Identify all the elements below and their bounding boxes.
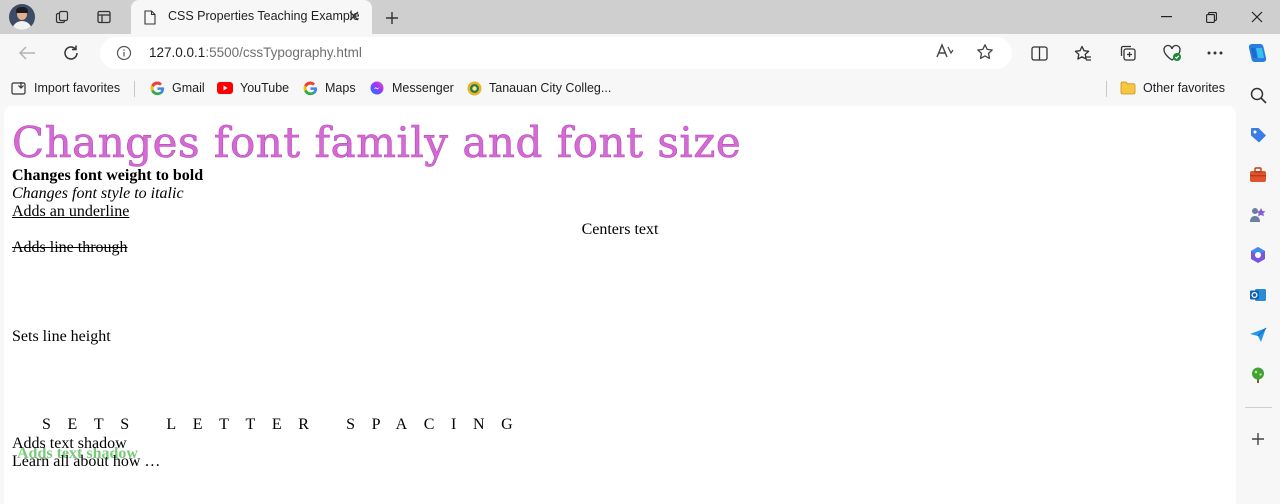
- browser-essentials-icon[interactable]: [1157, 38, 1187, 68]
- toolbar: 127.0.0.1:5500/cssTypography.html: [0, 34, 1280, 72]
- restore-icon[interactable]: [1188, 0, 1234, 34]
- minimize-icon[interactable]: [1143, 0, 1189, 34]
- text-shadow-text: Adds text shadow Adds text shadow: [12, 435, 138, 462]
- centered-text: Centers text: [581, 221, 659, 238]
- underline-text: Adds an underline: [12, 203, 130, 220]
- page-icon: [144, 10, 156, 30]
- shopping-tag-icon[interactable]: [1248, 125, 1268, 145]
- text-shadow-label: Adds text shadow: [12, 435, 127, 452]
- sidebar-divider: [1245, 407, 1272, 408]
- google-icon: [149, 80, 165, 96]
- copilot-icon[interactable]: [1243, 38, 1273, 68]
- new-tab-icon[interactable]: [380, 6, 404, 30]
- site-info-icon[interactable]: [116, 45, 132, 66]
- youtube-icon: [217, 80, 233, 96]
- tools-icon[interactable]: [1248, 165, 1268, 185]
- address-bar[interactable]: 127.0.0.1:5500/cssTypography.html: [100, 37, 1012, 69]
- bold-text: Changes font weight to bold: [12, 167, 204, 184]
- other-favorites[interactable]: Other favorites: [1120, 79, 1225, 97]
- tree-icon[interactable]: [1248, 365, 1268, 385]
- favorite-gmail[interactable]: Gmail: [149, 79, 205, 97]
- search-icon[interactable]: [1248, 85, 1268, 105]
- vertical-tabs-icon[interactable]: [90, 4, 118, 30]
- google-icon: [302, 80, 318, 96]
- page-viewport: Changes font family and font size Change…: [4, 106, 1236, 504]
- favorite-youtube[interactable]: YouTube: [217, 79, 289, 97]
- games-icon[interactable]: [1248, 205, 1268, 225]
- letter-spacing-text: Sets letter spacing: [42, 416, 530, 433]
- favorite-import[interactable]: Import favorites: [11, 79, 120, 97]
- favorite-college[interactable]: Tanauan City Colleg...: [466, 79, 611, 97]
- import-icon: [11, 80, 27, 96]
- window-close-icon[interactable]: [1234, 0, 1280, 34]
- read-aloud-icon[interactable]: [936, 43, 954, 62]
- line-through-text: Adds line through: [12, 239, 128, 256]
- active-tab[interactable]: CSS Properties Teaching Example: [131, 0, 372, 34]
- learn-more-text: Learn all about how …: [12, 453, 161, 470]
- outlook-icon[interactable]: [1248, 285, 1268, 305]
- add-sidebar-app-icon[interactable]: [1248, 429, 1268, 449]
- collections-icon[interactable]: [1113, 38, 1143, 68]
- favorites-icon[interactable]: [1068, 38, 1098, 68]
- favorite-messenger[interactable]: Messenger: [369, 79, 454, 97]
- url-text[interactable]: 127.0.0.1:5500/cssTypography.html: [149, 45, 362, 60]
- back-arrow-icon[interactable]: [12, 38, 42, 68]
- tab-close-icon[interactable]: [346, 8, 362, 24]
- favorite-star-icon[interactable]: [976, 43, 994, 66]
- microsoft-365-icon[interactable]: [1248, 245, 1268, 265]
- profile-avatar[interactable]: [9, 4, 35, 30]
- tab-strip: CSS Properties Teaching Example: [0, 0, 1280, 34]
- font-family-size-heading: Changes font family and font size: [12, 118, 742, 168]
- send-icon[interactable]: [1248, 325, 1268, 345]
- more-menu-icon[interactable]: [1200, 38, 1230, 68]
- favorite-maps[interactable]: Maps: [302, 79, 356, 97]
- folder-icon: [1120, 80, 1136, 96]
- split-screen-icon[interactable]: [1024, 38, 1054, 68]
- messenger-icon: [369, 80, 385, 96]
- tab-title: CSS Properties Teaching Example: [168, 9, 360, 23]
- workspaces-icon[interactable]: [48, 4, 76, 30]
- favorites-divider: [134, 81, 135, 97]
- edge-sidebar: [1237, 72, 1280, 504]
- favorites-bar: Import favorites Gmail YouTube Maps Mess…: [0, 72, 1280, 104]
- college-icon: [466, 80, 482, 96]
- refresh-icon[interactable]: [56, 38, 86, 68]
- line-height-text: Sets line height: [12, 328, 111, 345]
- italic-text: Changes font style to italic: [12, 185, 184, 202]
- favorites-divider: [1106, 81, 1107, 97]
